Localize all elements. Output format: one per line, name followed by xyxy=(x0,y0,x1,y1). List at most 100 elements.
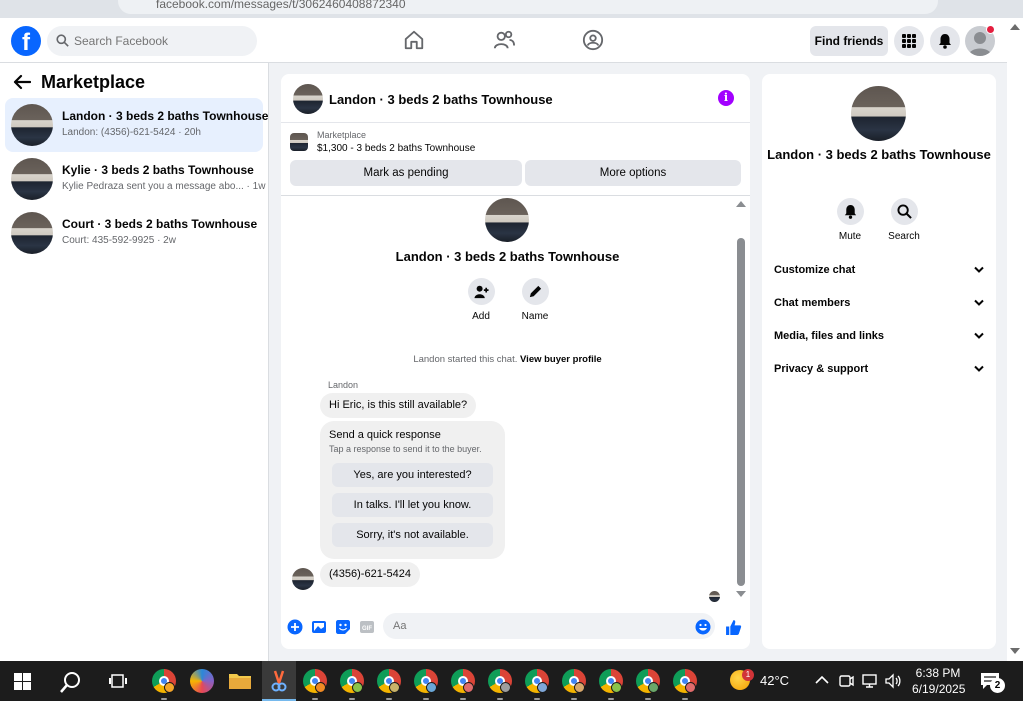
listing-banner: Marketplace $1,300 - 3 beds 2 baths Town… xyxy=(281,124,750,196)
chevron-down-icon xyxy=(974,266,984,273)
running-indicator xyxy=(497,698,503,700)
info-icon[interactable]: i xyxy=(718,90,734,106)
info-avatar[interactable] xyxy=(851,86,906,141)
file-explorer-icon[interactable] xyxy=(228,669,252,693)
listing-source: Marketplace xyxy=(317,130,367,140)
bell-icon xyxy=(939,34,951,49)
page-scrollbar[interactable] xyxy=(1007,18,1023,661)
scroll-down-arrow[interactable] xyxy=(736,591,746,597)
running-indicator xyxy=(161,698,167,700)
emoji-icon[interactable] xyxy=(695,619,711,635)
listing-thumbnail[interactable] xyxy=(290,133,308,151)
svg-text:GIF: GIF xyxy=(362,626,372,632)
task-view-icon[interactable] xyxy=(109,672,127,690)
running-indicator xyxy=(312,698,318,700)
windows-taskbar: 1 42°C 6:38 PM 6/19/2025 2 xyxy=(0,661,1023,701)
copilot-app-icon[interactable] xyxy=(190,669,214,693)
meet-now-icon[interactable] xyxy=(838,673,854,689)
taskbar-search-icon[interactable] xyxy=(60,671,82,693)
chevron-down-icon xyxy=(974,299,984,306)
clock-date: 6/19/2025 xyxy=(912,682,966,696)
chevron-up-icon[interactable] xyxy=(815,673,829,687)
search-input[interactable] xyxy=(74,32,249,50)
conversation-avatar xyxy=(11,212,53,254)
snipping-tool-icon[interactable] xyxy=(267,669,291,693)
privacy-support-row[interactable]: Privacy & support xyxy=(774,360,986,380)
image-icon[interactable] xyxy=(311,619,327,635)
view-buyer-profile-link[interactable]: View buyer profile xyxy=(520,354,602,365)
message-bubble[interactable]: Hi Eric, is this still available? xyxy=(320,393,477,418)
chevron-down-icon xyxy=(974,332,984,339)
conversation-item[interactable]: Landon · 3 beds 2 baths Townhouse Landon… xyxy=(5,98,268,152)
scroll-down-arrow[interactable] xyxy=(1010,648,1020,654)
notifications-button[interactable] xyxy=(930,26,960,56)
conversation-item[interactable]: Court · 3 beds 2 baths Townhouse Court: … xyxy=(5,206,263,260)
groups-icon[interactable] xyxy=(582,29,604,51)
running-indicator xyxy=(460,698,466,700)
volume-icon[interactable] xyxy=(885,673,902,689)
chat-window: Landon · 3 beds 2 baths Townhouse i Mark… xyxy=(281,74,750,649)
profile-badge-icon xyxy=(574,682,585,693)
quick-response-title: Send a quick response xyxy=(329,429,441,441)
message-list: Landon · 3 beds 2 baths Townhouse Add Na… xyxy=(281,198,750,603)
chat-header-avatar[interactable] xyxy=(293,84,323,114)
message-composer: GIF xyxy=(281,609,750,645)
media-files-links-row[interactable]: Media, files and links xyxy=(774,327,986,347)
chat-info-panel: Landon · 3 beds 2 baths Townhouse Mute S… xyxy=(762,74,996,649)
name-action[interactable]: Name xyxy=(515,278,555,322)
running-indicator xyxy=(386,698,392,700)
conversation-item[interactable]: Kylie · 3 beds 2 baths Townhouse Kylie P… xyxy=(5,152,265,206)
add-action[interactable]: Add xyxy=(461,278,501,322)
quick-response-button[interactable]: Sorry, it's not available. xyxy=(332,523,493,547)
sticker-icon[interactable] xyxy=(335,619,351,635)
notification-count: 2 xyxy=(990,678,1005,693)
mute-action[interactable]: Mute xyxy=(830,198,870,242)
quick-response-card: Send a quick response Tap a response to … xyxy=(320,421,505,559)
facebook-logo[interactable]: f xyxy=(11,26,41,56)
conversation-preview: Landon: (4356)-621-5424 · 20h xyxy=(62,127,201,138)
scroll-up-arrow[interactable] xyxy=(1010,24,1020,30)
more-options-button[interactable]: More options xyxy=(525,160,741,186)
plus-circle-icon[interactable] xyxy=(287,619,303,635)
find-friends-button[interactable]: Find friends xyxy=(810,26,888,56)
temperature[interactable]: 42°C xyxy=(760,673,789,688)
chat-profile-avatar xyxy=(485,198,529,242)
profile-badge-icon xyxy=(685,682,696,693)
running-indicator xyxy=(349,698,355,700)
bell-icon xyxy=(844,204,856,219)
profile-badge-icon xyxy=(389,682,400,693)
address-bar[interactable]: facebook.com/messages/t/3062460408872340 xyxy=(118,0,938,14)
chat-members-row[interactable]: Chat members xyxy=(774,294,986,314)
back-arrow-icon[interactable] xyxy=(13,74,31,90)
chat-started-notice: Landon started this chat. View buyer pro… xyxy=(413,354,602,365)
search-label: Search xyxy=(888,231,920,242)
search-action[interactable]: Search xyxy=(884,198,924,242)
weather-alert-badge: 1 xyxy=(742,669,754,681)
listing-price-title[interactable]: $1,300 - 3 beds 2 baths Townhouse xyxy=(317,143,475,154)
clock-time: 6:38 PM xyxy=(915,666,961,680)
chat-title[interactable]: Landon · 3 beds 2 baths Townhouse xyxy=(329,92,553,107)
quick-response-button[interactable]: Yes, are you interested? xyxy=(332,463,493,487)
running-indicator xyxy=(534,698,540,700)
gif-icon[interactable]: GIF xyxy=(359,619,375,635)
conversation-avatar xyxy=(11,104,53,146)
message-input[interactable] xyxy=(383,613,715,639)
quick-response-button[interactable]: In talks. I'll let you know. xyxy=(332,493,493,517)
customize-chat-row[interactable]: Customize chat xyxy=(774,261,986,281)
message-bubble[interactable]: (4356)-621-5424 xyxy=(320,562,420,587)
friends-icon[interactable] xyxy=(493,29,515,51)
mark-pending-button[interactable]: Mark as pending xyxy=(290,160,522,186)
search-box[interactable] xyxy=(47,26,257,56)
profile-badge-icon xyxy=(164,682,175,693)
scrollbar-thumb[interactable] xyxy=(737,238,745,586)
profile-badge-icon xyxy=(500,682,511,693)
home-icon[interactable] xyxy=(403,29,425,51)
scroll-up-arrow[interactable] xyxy=(736,201,746,207)
add-label: Add xyxy=(472,311,490,322)
windows-start-icon[interactable] xyxy=(14,673,31,690)
chat-scrollbar[interactable] xyxy=(734,198,748,603)
clock[interactable]: 6:38 PM 6/19/2025 xyxy=(912,665,966,697)
menu-button[interactable] xyxy=(894,26,924,56)
like-thumbs-up-icon[interactable] xyxy=(725,619,742,636)
network-icon[interactable] xyxy=(861,673,878,689)
